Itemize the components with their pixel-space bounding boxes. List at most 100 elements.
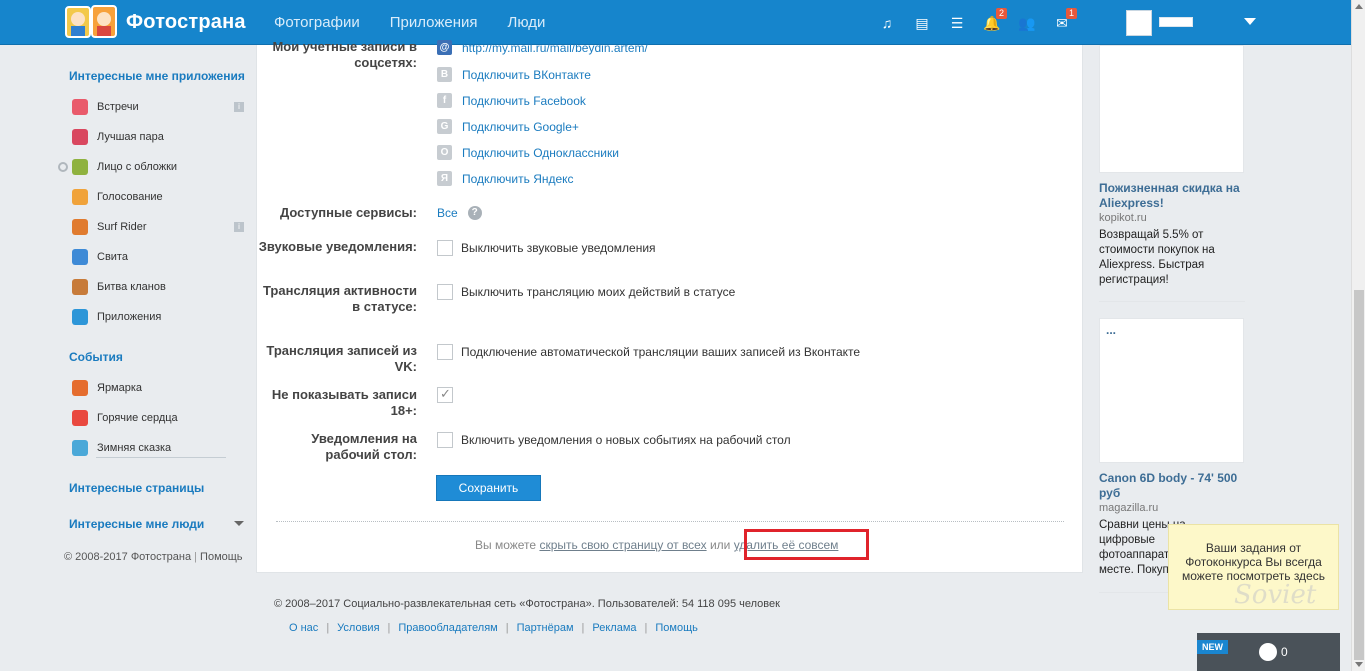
sidebar-app-item[interactable]: Surf Rider i [72,217,250,237]
footer-link[interactable]: Правообладателям [398,622,497,634]
bell-icon[interactable]: 🔔 2 [983,8,1007,32]
help-icon[interactable]: ? [467,206,482,220]
visibility-or: или [709,538,731,552]
mail-icon[interactable]: ✉ 1 [1053,8,1077,32]
event-icon [72,440,88,456]
app-label: Свита [97,251,128,263]
sidebar-app-item[interactable]: Битва кланов [72,277,250,297]
sidebar-event-item[interactable]: Ярмарка [72,378,250,398]
avatar[interactable] [1126,10,1152,36]
chat-icon[interactable] [1259,643,1277,661]
footer-link[interactable]: Условия [337,622,379,634]
services-all-link[interactable]: Все [437,206,458,220]
ad-source: kopikot.ru [1099,212,1147,224]
vk-icon: В [437,67,452,82]
watermark-icon: Soviet [1234,580,1317,610]
nav-photos[interactable]: Фотографии [274,14,360,31]
sidebar-apps-title[interactable]: Интересные мне приложения [69,69,245,83]
brand-name[interactable]: Фотострана [126,11,246,34]
top-bar: Фотострана Фотографии Приложения Люди ♫ ▤… [0,0,1351,45]
event-label: Ярмарка [97,382,143,394]
logo-icon[interactable] [64,4,120,40]
list-icon[interactable]: ☰ [948,14,966,32]
footer-link[interactable]: Реклама [592,622,636,634]
sidebar-people-title[interactable]: Интересные мне люди [69,517,204,531]
activity-checkbox[interactable] [437,284,453,300]
adult-checkbox[interactable] [437,386,453,403]
highlight-box [744,529,869,560]
sidebar-event-item[interactable]: Горячие сердца [72,408,250,428]
connect-link[interactable]: Подключить Facebook [462,94,586,108]
event-icon [72,410,88,426]
sidebar-app-item[interactable]: Голосование [72,187,250,207]
user-menu-caret-icon[interactable] [1244,18,1256,25]
sound-checkbox[interactable] [437,240,453,256]
page-scrollbar[interactable] [1351,0,1365,671]
ad-placeholder-text: ... [1106,323,1117,337]
accounts-label: Мои учетные записи в соцсетях: [272,39,417,70]
app-icon [72,99,88,115]
sidebar-app-item[interactable]: Приложения [72,307,250,327]
vk-checkbox[interactable] [437,344,453,360]
info-icon[interactable]: i [234,222,244,232]
sidebar-event-item[interactable]: Зимняя сказка [72,438,250,458]
sound-label: Звуковые уведомления: [258,239,417,254]
google-plus-icon: G [437,119,452,134]
app-label: Голосование [97,191,163,203]
user-name-placeholder[interactable] [1159,17,1193,27]
footer-link[interactable]: Партнёрам [517,622,574,634]
save-button[interactable]: Сохранить [436,475,541,501]
mail-ru-link[interactable]: http://my.mail.ru/mail/beydin.artem/ [462,41,648,55]
visibility-prefix: Вы можете [475,538,537,552]
sidebar-pages-title[interactable]: Интересные страницы [69,481,204,495]
app-label: Встречи [97,101,139,113]
sidebar-events-title[interactable]: События [69,350,123,364]
vk-option-text: Подключение автоматической трансляции ва… [461,345,861,359]
ad-block[interactable]: Пожизненная скидка на Aliexpress! kopiko… [1099,181,1247,288]
event-icon [72,380,88,396]
sidebar-app-item[interactable]: Лучшая пара [72,127,250,147]
desktop-checkbox[interactable] [437,432,453,448]
scrollbar-thumb[interactable] [1354,290,1364,660]
scroll-down-icon[interactable] [1355,662,1363,667]
footer-links: О нас | Условия | Правообладателям | Партнёрам… [289,622,698,634]
connect-link[interactable]: Подключить Одноклассники [462,146,619,160]
footer-link[interactable]: О нас [289,622,318,634]
sidebar-app-item[interactable]: Свита [72,247,250,267]
friends-icon[interactable]: 👥 [1018,14,1036,32]
new-badge: NEW [1197,640,1228,654]
people-dropdown-icon[interactable] [234,521,244,526]
desktop-option-text: Включить уведомления о новых событиях на… [461,433,791,447]
scroll-up-icon[interactable] [1355,4,1363,9]
footer-link[interactable]: Помощь [655,622,698,634]
app-label: Приложения [97,311,162,323]
ad-image[interactable] [1099,45,1244,173]
ad-image[interactable]: ... [1099,318,1244,463]
music-icon[interactable]: ♫ [878,14,896,32]
connect-link[interactable]: Подключить Яндекс [462,172,574,186]
friends-icon-glyph: 👥 [1018,14,1036,31]
event-label: Горячие сердца [97,412,178,424]
hide-page-link[interactable]: скрыть свою страницу от всех [539,538,706,552]
sidebar-app-item[interactable]: Лицо с обложки [72,157,250,177]
connect-link[interactable]: Подключить ВКонтакте [462,68,591,82]
info-icon[interactable]: i [234,102,244,112]
app-icon [72,189,88,205]
feed-icon[interactable]: ▤ [913,14,931,32]
separator: | [387,622,391,634]
app-icon [72,129,88,145]
sidebar-copyright-text: © 2008-2017 Фотострана [64,551,192,563]
mail-ru-icon: @ [437,40,452,55]
ad-title[interactable]: Пожизненная скидка на Aliexpress! [1099,181,1247,211]
ad-title[interactable]: Canon 6D body - 74' 500 руб [1099,471,1239,501]
yandex-icon: Я [437,171,452,186]
nav-apps[interactable]: Приложения [390,14,478,31]
sidebar-help-link[interactable]: Помощь [200,551,243,563]
sidebar-app-item[interactable]: Встречи i [72,97,250,117]
nav-people[interactable]: Люди [507,14,545,31]
app-icon [72,159,88,175]
music-icon-glyph: ♫ [881,15,893,31]
top-icons: ♫ ▤ ☰ 🔔 2 👥 ✉ 1 [878,8,1077,32]
connect-link[interactable]: Подключить Google+ [462,120,579,134]
notification-badge: 1 [1065,8,1077,19]
